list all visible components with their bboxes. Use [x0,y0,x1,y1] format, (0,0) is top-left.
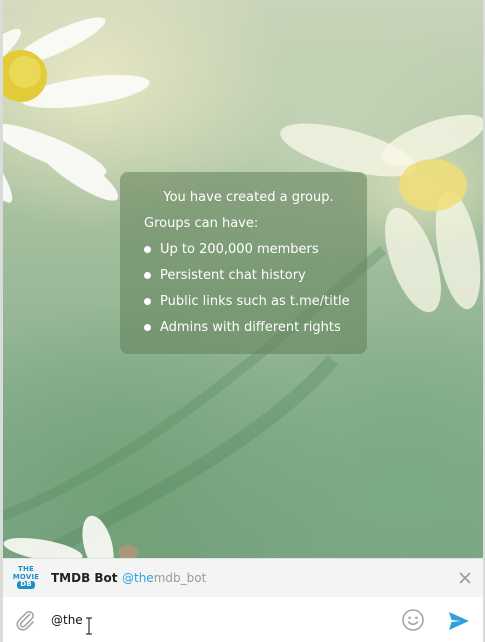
feature-text: Public links such as t.me/title [160,294,350,309]
bullet-icon [144,324,151,331]
feature-text: Persistent chat history [160,268,306,283]
close-icon[interactable] [457,570,473,586]
group-features-list: Up to 200,000 members Persistent chat hi… [144,240,353,344]
bot-name: TMDB Bot [51,571,118,585]
avatar-line: DB [17,580,35,589]
feature-text: Admins with different rights [160,320,341,335]
username-rest: mdb_bot [153,571,207,585]
text-cursor-icon [86,617,92,635]
send-icon[interactable] [447,609,471,633]
smiley-icon[interactable] [401,608,425,632]
list-item: Persistent chat history [144,266,353,292]
feature-text: Up to 200,000 members [160,242,319,257]
bullet-icon [144,246,151,253]
list-item: Admins with different rights [144,318,353,344]
bullet-icon [144,272,151,279]
username-match: @the [122,571,154,585]
list-item: Up to 200,000 members [144,240,353,266]
bullet-icon [144,298,151,305]
paperclip-icon[interactable] [13,608,37,632]
bot-username: @themdb_bot [122,570,206,586]
message-composer [3,597,483,642]
service-message-subtitle: Groups can have: [144,216,259,231]
chat-wallpaper: You have created a group. Groups can hav… [3,0,483,558]
group-created-service-message: You have created a group. Groups can hav… [120,172,367,354]
mention-suggestion-row[interactable]: THE MOVIE DB TMDB Bot @themdb_bot [3,558,483,597]
message-input[interactable] [51,609,381,631]
tmdb-bot-avatar: THE MOVIE DB [12,565,40,592]
service-message-title: You have created a group. [163,190,334,205]
list-item: Public links such as t.me/title [144,292,353,318]
telegram-chat-window: You have created a group. Groups can hav… [0,0,485,642]
